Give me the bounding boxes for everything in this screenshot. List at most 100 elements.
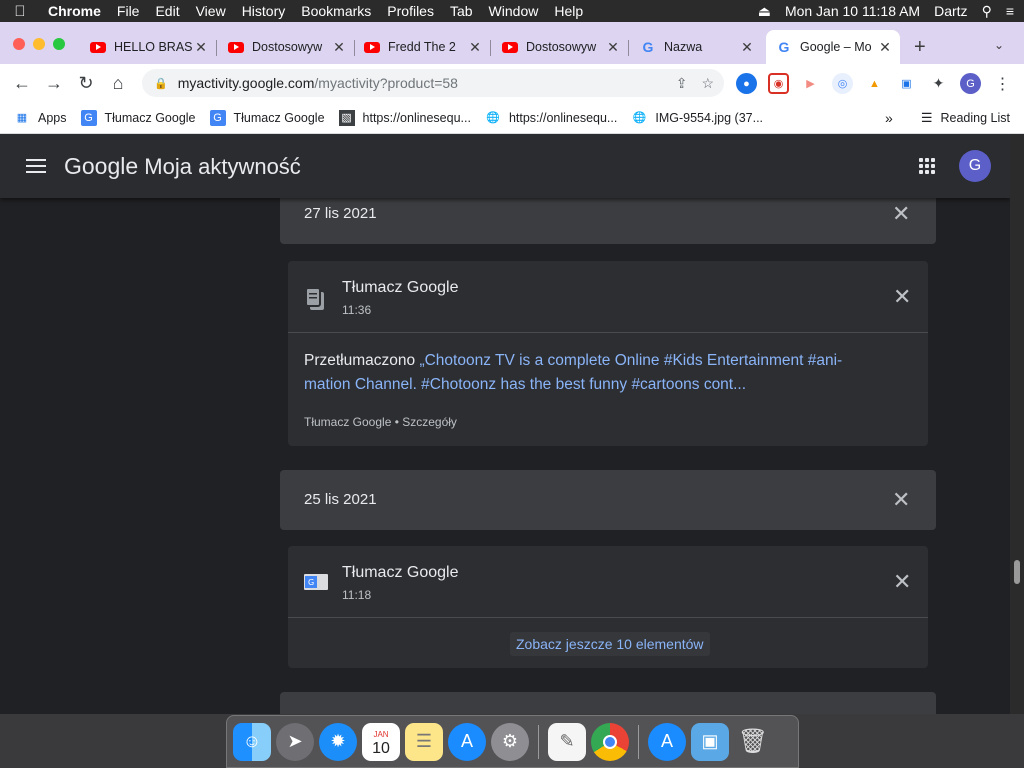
card-meta-details[interactable]: Tłumacz Google • Szczegóły bbox=[304, 415, 457, 429]
calendar-icon[interactable]: JAN 10 bbox=[362, 722, 400, 761]
extension-video-icon[interactable]: ▶ bbox=[800, 73, 821, 94]
menu-help[interactable]: Help bbox=[546, 3, 591, 19]
delete-item-close-icon[interactable]: ✕ bbox=[893, 571, 911, 593]
tab-1[interactable]: Dostosowyw ✕ bbox=[220, 30, 354, 64]
home-icon[interactable]: ⌂ bbox=[102, 73, 134, 94]
menu-window[interactable]: Window bbox=[481, 3, 547, 19]
card-product-title[interactable]: Tłumacz Google bbox=[342, 279, 459, 297]
app-store-icon[interactable]: A bbox=[448, 722, 486, 761]
calendar-day: 10 bbox=[372, 739, 390, 757]
document-copy-icon bbox=[305, 287, 324, 310]
eject-icon[interactable]: ⏏ bbox=[758, 3, 771, 20]
vlc-cone-icon[interactable]: ▲ bbox=[864, 73, 885, 94]
trash-icon[interactable]: 🗑 bbox=[734, 723, 772, 761]
menu-app-name[interactable]: Chrome bbox=[40, 3, 109, 19]
google-apps-grid-icon[interactable] bbox=[919, 158, 935, 174]
day-date: 27 lis 2021 bbox=[304, 205, 377, 222]
close-window-button[interactable] bbox=[13, 38, 25, 50]
apple-menu-icon[interactable]:  bbox=[0, 3, 40, 20]
reading-list-button[interactable]: ☰ Reading List bbox=[921, 110, 1010, 126]
menu-file[interactable]: File bbox=[109, 3, 148, 19]
menu-edit[interactable]: Edit bbox=[147, 3, 187, 19]
extension-circle-icon[interactable]: ◎ bbox=[832, 73, 853, 94]
translated-text-link-continued[interactable]: mation Channel. #Chotoonz has the best f… bbox=[304, 376, 746, 393]
notes-icon[interactable]: ☰ bbox=[405, 722, 443, 761]
launchpad-rocket-icon[interactable]: ➤ bbox=[276, 722, 314, 761]
extensions-puzzle-icon[interactable]: ✦ bbox=[928, 73, 949, 94]
bookmarks-bar: ▦ Apps G Tłumacz Google G Tłumacz Google… bbox=[0, 102, 1024, 134]
bookmark-translate-1[interactable]: G Tłumacz Google bbox=[80, 109, 196, 126]
menu-bookmarks[interactable]: Bookmarks bbox=[293, 3, 379, 19]
control-center-icon[interactable]: ≡ bbox=[1006, 3, 1014, 19]
profile-avatar-small[interactable]: G bbox=[960, 73, 981, 94]
lock-icon[interactable]: 🔒 bbox=[154, 77, 168, 90]
finder-icon[interactable]: ☺ bbox=[233, 722, 271, 761]
youtube-icon bbox=[228, 39, 244, 55]
account-avatar[interactable]: G bbox=[959, 150, 991, 182]
delete-day-close-icon[interactable]: ✕ bbox=[892, 489, 910, 511]
bookmark-star-icon[interactable]: ☆ bbox=[701, 75, 714, 92]
reload-icon[interactable]: ↻ bbox=[70, 73, 102, 94]
delete-day-close-icon[interactable]: ✕ bbox=[892, 203, 910, 225]
tab-close-icon[interactable]: ✕ bbox=[330, 39, 348, 56]
spotlight-search-icon[interactable]: ⚲ bbox=[982, 3, 992, 20]
bookmark-apps[interactable]: ▦ Apps bbox=[14, 110, 67, 126]
extension-blue-icon[interactable]: ● bbox=[736, 73, 757, 94]
app-brand[interactable]: Google Moja aktywność bbox=[64, 153, 301, 180]
extension-screen-icon[interactable]: ▣ bbox=[896, 73, 917, 94]
delete-item-close-icon[interactable]: ✕ bbox=[893, 286, 911, 308]
safari-compass-icon[interactable]: ✹ bbox=[319, 722, 357, 761]
tab-0[interactable]: HELLO BRAS ✕ bbox=[82, 30, 216, 64]
activity-card: G Tłumacz Google 11:18 ✕ Zobacz jeszcze … bbox=[288, 546, 928, 668]
scrollbar-thumb[interactable] bbox=[1014, 560, 1020, 584]
tab-4[interactable]: G Nazwa ✕ bbox=[632, 30, 762, 64]
page-scrollbar[interactable] bbox=[1010, 134, 1024, 714]
minimize-window-button[interactable] bbox=[33, 38, 45, 50]
translated-text-link[interactable]: „Chotoonz TV is a complete Online #Kids … bbox=[419, 352, 842, 369]
menu-datetime[interactable]: Mon Jan 10 11:18 AM bbox=[785, 3, 920, 19]
extension-record-icon[interactable]: ◉ bbox=[768, 73, 789, 94]
bookmark-onlinesequ-2[interactable]: 🌐 https://onlinesequ... bbox=[485, 110, 617, 126]
bookmark-translate-2[interactable]: G Tłumacz Google bbox=[209, 109, 325, 126]
menu-view[interactable]: View bbox=[188, 3, 234, 19]
tab-close-icon[interactable]: ✕ bbox=[738, 39, 756, 56]
card-product-title[interactable]: Tłumacz Google bbox=[342, 564, 459, 582]
tab-close-icon[interactable]: ✕ bbox=[876, 39, 894, 56]
menu-user[interactable]: Dartz bbox=[934, 3, 967, 19]
menu-history[interactable]: History bbox=[234, 3, 294, 19]
url-path: /myactivity?product=58 bbox=[314, 75, 458, 91]
main-menu-hamburger-icon[interactable] bbox=[26, 159, 46, 173]
reading-list-label: Reading List bbox=[940, 110, 1011, 125]
tab-close-icon[interactable]: ✕ bbox=[466, 39, 484, 56]
menu-profiles[interactable]: Profiles bbox=[379, 3, 442, 19]
back-arrow-icon[interactable]: ← bbox=[6, 73, 38, 94]
tab-search-chevron-down-icon[interactable]: ⌄ bbox=[994, 38, 1004, 52]
zoom-window-button[interactable] bbox=[53, 38, 65, 50]
app-store-downloads-icon[interactable]: A bbox=[648, 722, 686, 761]
menu-tab[interactable]: Tab bbox=[442, 3, 481, 19]
page-content: Google Moja aktywność G 27 lis 2021 ✕ Tł… bbox=[0, 134, 1010, 714]
show-more-button[interactable]: Zobacz jeszcze 10 elementów bbox=[510, 632, 710, 656]
address-bar[interactable]: 🔒 myactivity.google.com/myactivity?produ… bbox=[142, 69, 724, 97]
folder-icon[interactable]: ▣ bbox=[691, 722, 729, 761]
tab-5-active[interactable]: G Google – Mo ✕ bbox=[766, 30, 900, 64]
forward-arrow-icon[interactable]: → bbox=[38, 73, 70, 94]
chrome-menu-kebab-icon[interactable]: ⋮ bbox=[992, 73, 1013, 94]
textedit-icon[interactable]: ✎ bbox=[548, 722, 586, 761]
bookmark-img[interactable]: 🌐 IMG-9554.jpg (37... bbox=[631, 110, 763, 126]
new-tab-button[interactable]: + bbox=[914, 36, 926, 59]
tab-close-icon[interactable]: ✕ bbox=[604, 39, 622, 56]
share-icon[interactable]: ⇪ bbox=[676, 75, 688, 92]
activity-action: Przetłumaczono bbox=[304, 352, 416, 369]
card-divider bbox=[288, 332, 928, 333]
tab-3[interactable]: Dostosowyw ✕ bbox=[494, 30, 628, 64]
bookmark-label: IMG-9554.jpg (37... bbox=[655, 110, 764, 125]
bookmarks-overflow-chevron-icon[interactable]: » bbox=[885, 110, 893, 126]
google-translate-icon: G bbox=[80, 109, 97, 126]
system-preferences-gear-icon[interactable]: ⚙ bbox=[491, 722, 529, 761]
tab-2[interactable]: Fredd The 2 ✕ bbox=[356, 30, 490, 64]
browser-toolbar: ← → ↻ ⌂ 🔒 myactivity.google.com/myactivi… bbox=[0, 64, 1024, 102]
bookmark-onlinesequ-1[interactable]: ▧ https://onlinesequ... bbox=[338, 109, 471, 126]
tab-close-icon[interactable]: ✕ bbox=[192, 39, 210, 56]
chrome-icon[interactable] bbox=[591, 722, 629, 761]
